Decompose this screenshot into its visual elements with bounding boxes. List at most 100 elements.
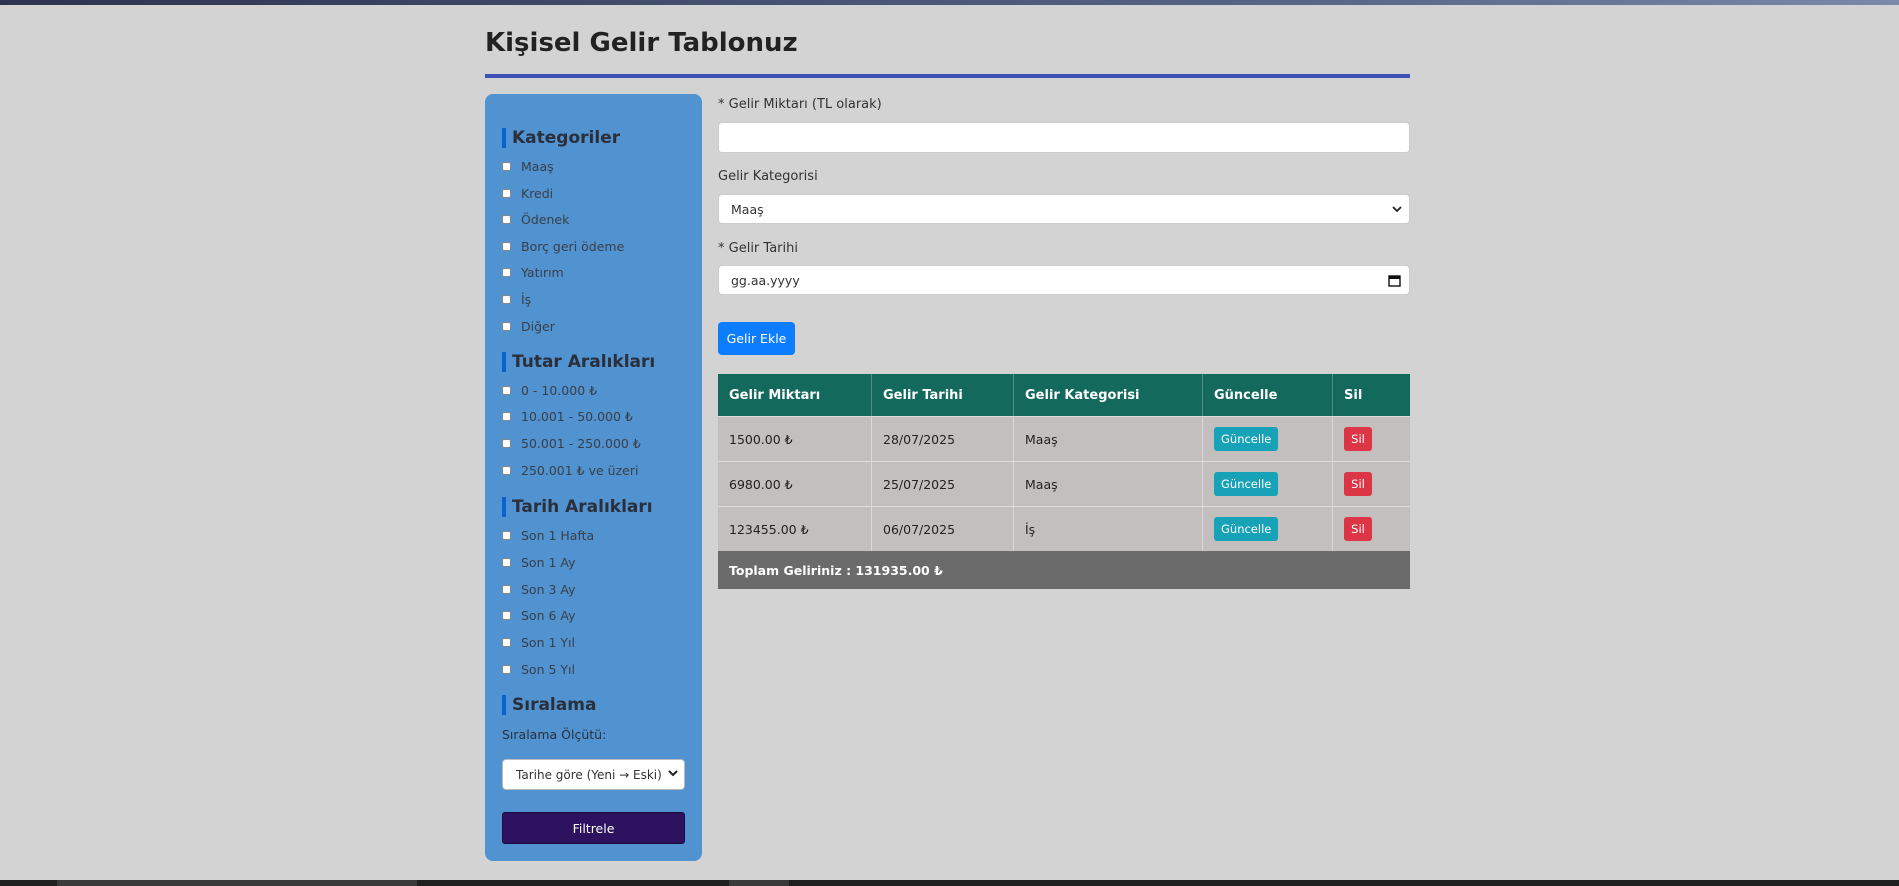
date-checkbox-6-month[interactable]: Son 6 Ay bbox=[502, 607, 576, 623]
category-checkbox-yatirim[interactable]: Yatırım bbox=[502, 264, 564, 280]
checkbox-label: Son 1 Ay bbox=[521, 554, 576, 570]
amount-cell: 123455.00 ₺ bbox=[718, 507, 872, 551]
title-divider bbox=[485, 74, 1410, 78]
checkbox[interactable] bbox=[502, 214, 511, 224]
update-button[interactable]: Güncelle bbox=[1214, 427, 1279, 451]
delete-cell: Sil bbox=[1333, 417, 1410, 461]
filter-sidebar: Kategoriler Maaş Kredi Ödenek Borç geri … bbox=[485, 94, 702, 861]
categories-heading: Kategoriler bbox=[502, 128, 620, 148]
taskbar-item[interactable] bbox=[729, 880, 789, 886]
checkbox[interactable] bbox=[502, 438, 511, 448]
date-input[interactable]: gg.aa.yyyy bbox=[718, 265, 1410, 295]
checkbox-label: 250.001 ₺ ve üzeri bbox=[521, 462, 639, 478]
date-checkbox-1-week[interactable]: Son 1 Hafta bbox=[502, 527, 594, 543]
delete-button[interactable]: Sil bbox=[1344, 427, 1372, 451]
header-category: Gelir Kategorisi bbox=[1014, 374, 1203, 416]
category-checkbox-odenek[interactable]: Ödenek bbox=[502, 211, 569, 227]
category-cell: Maaş bbox=[1014, 417, 1203, 461]
date-checkbox-1-month[interactable]: Son 1 Ay bbox=[502, 554, 576, 570]
checkbox[interactable] bbox=[502, 385, 511, 395]
checkbox[interactable] bbox=[502, 411, 511, 421]
header-delete: Sil bbox=[1344, 387, 1363, 403]
sort-criteria-label: Sıralama Ölçütü: bbox=[502, 727, 607, 742]
checkbox[interactable] bbox=[502, 465, 511, 475]
checkbox-label: Yatırım bbox=[521, 264, 564, 280]
sorting-heading: Sıralama bbox=[502, 695, 596, 715]
checkbox[interactable] bbox=[502, 294, 511, 304]
amount-label: * Gelir Miktarı (TL olarak) bbox=[718, 97, 882, 112]
checkbox-label: Son 1 Hafta bbox=[521, 527, 595, 543]
taskbar-item[interactable] bbox=[57, 880, 417, 886]
checkbox[interactable] bbox=[502, 530, 511, 540]
sort-select[interactable]: Tarihe göre (Yeni → Eski) bbox=[502, 759, 685, 790]
update-cell: Güncelle bbox=[1203, 462, 1333, 506]
checkbox-label: İş bbox=[521, 291, 532, 307]
date-checkbox-1-year[interactable]: Son 1 Yıl bbox=[502, 634, 575, 650]
header-amount: Gelir Miktarı bbox=[718, 374, 872, 416]
checkbox[interactable] bbox=[502, 637, 511, 647]
date-checkbox-5-year[interactable]: Son 5 Yıl bbox=[502, 661, 575, 677]
category-checkbox-is[interactable]: İş bbox=[502, 291, 531, 307]
checkbox[interactable] bbox=[502, 188, 511, 198]
checkbox[interactable] bbox=[502, 161, 511, 171]
page-title: Kişisel Gelir Tablonuz bbox=[485, 28, 798, 58]
table-row: 123455.00 ₺ 06/07/2025 İş Güncelle Sil bbox=[718, 506, 1410, 551]
update-cell: Güncelle bbox=[1203, 507, 1333, 551]
update-button[interactable]: Güncelle bbox=[1214, 517, 1279, 541]
checkbox[interactable] bbox=[502, 241, 511, 251]
header-date: Gelir Tarihi bbox=[872, 374, 1014, 416]
checkbox[interactable] bbox=[502, 584, 511, 594]
table-header: Gelir Miktarı Gelir Tarihi Gelir Kategor… bbox=[718, 374, 1410, 416]
checkbox-label: 10.001 - 50.000 ₺ bbox=[521, 408, 633, 424]
checkbox-label: Son 3 Ay bbox=[521, 581, 576, 597]
amount-checkbox-4[interactable]: 250.001 ₺ ve üzeri bbox=[502, 462, 638, 478]
category-label: Gelir Kategorisi bbox=[718, 169, 818, 184]
date-checkbox-3-month[interactable]: Son 3 Ay bbox=[502, 581, 576, 597]
checkbox[interactable] bbox=[502, 321, 511, 331]
category-checkbox-borc[interactable]: Borç geri ödeme bbox=[502, 238, 624, 254]
delete-button[interactable]: Sil bbox=[1344, 472, 1372, 496]
category-checkbox-diger[interactable]: Diğer bbox=[502, 318, 555, 334]
calendar-icon[interactable] bbox=[1388, 274, 1401, 287]
table-row: 6980.00 ₺ 25/07/2025 Maaş Güncelle Sil bbox=[718, 461, 1410, 506]
update-button[interactable]: Güncelle bbox=[1214, 472, 1279, 496]
checkbox-label: Borç geri ödeme bbox=[521, 238, 625, 254]
category-select-value: Maaş bbox=[731, 201, 764, 217]
date-label: * Gelir Tarihi bbox=[718, 241, 798, 256]
checkbox[interactable] bbox=[502, 664, 511, 674]
filter-button[interactable]: Filtrele bbox=[502, 812, 685, 844]
amount-cell: 1500.00 ₺ bbox=[718, 417, 872, 461]
add-income-button[interactable]: Gelir Ekle bbox=[718, 322, 795, 355]
amount-ranges-heading: Tutar Aralıkları bbox=[502, 352, 655, 372]
chevron-down-icon bbox=[1392, 206, 1402, 213]
checkbox[interactable] bbox=[502, 557, 511, 567]
checkbox-label: 50.001 - 250.000 ₺ bbox=[521, 435, 641, 451]
checkbox-label: Kredi bbox=[521, 185, 554, 201]
amount-input[interactable] bbox=[718, 122, 1410, 153]
amount-checkbox-2[interactable]: 10.001 - 50.000 ₺ bbox=[502, 408, 633, 424]
delete-button[interactable]: Sil bbox=[1344, 517, 1372, 541]
checkbox[interactable] bbox=[502, 267, 511, 277]
checkbox-label: Son 1 Yıl bbox=[521, 634, 575, 650]
delete-cell: Sil bbox=[1333, 507, 1410, 551]
header-update: Güncelle bbox=[1203, 374, 1333, 416]
sort-select-value: Tarihe göre (Yeni → Eski) bbox=[516, 767, 662, 782]
category-checkbox-kredi[interactable]: Kredi bbox=[502, 185, 553, 201]
checkbox-label: Maaş bbox=[521, 158, 554, 174]
date-input-placeholder: gg.aa.yyyy bbox=[731, 272, 800, 288]
checkbox[interactable] bbox=[502, 610, 511, 620]
checkbox-label: 0 - 10.000 ₺ bbox=[521, 382, 598, 398]
date-cell: 25/07/2025 bbox=[872, 462, 1014, 506]
category-select[interactable]: Maaş bbox=[718, 194, 1410, 224]
checkbox-label: Diğer bbox=[521, 318, 555, 334]
delete-cell: Sil bbox=[1333, 462, 1410, 506]
table-row: 1500.00 ₺ 28/07/2025 Maaş Güncelle Sil bbox=[718, 416, 1410, 461]
checkbox-label: Son 6 Ay bbox=[521, 607, 576, 623]
total-income-row: Toplam Geliriniz : 131935.00 ₺ bbox=[718, 551, 1410, 589]
amount-checkbox-1[interactable]: 0 - 10.000 ₺ bbox=[502, 382, 597, 398]
amount-cell: 6980.00 ₺ bbox=[718, 462, 872, 506]
income-table: Gelir Miktarı Gelir Tarihi Gelir Kategor… bbox=[718, 374, 1410, 589]
amount-checkbox-3[interactable]: 50.001 - 250.000 ₺ bbox=[502, 435, 641, 451]
date-cell: 06/07/2025 bbox=[872, 507, 1014, 551]
category-checkbox-maas[interactable]: Maaş bbox=[502, 158, 554, 174]
